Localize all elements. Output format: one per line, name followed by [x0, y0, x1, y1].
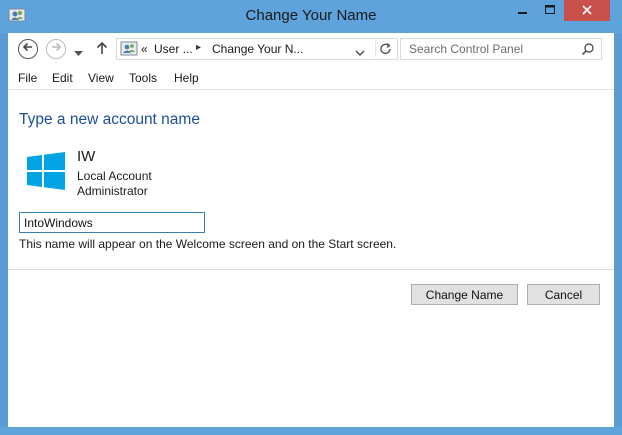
menu-view[interactable]: View [88, 71, 114, 85]
minimize-button[interactable] [509, 0, 536, 21]
window-frame-bottom [0, 427, 622, 435]
navigation-bar: « User ... ▸ Change Your N... Search Con… [8, 33, 614, 65]
page-heading: Type a new account name [19, 111, 200, 128]
breadcrumb-change-your-name[interactable]: Change Your N... [212, 42, 303, 56]
address-bar[interactable]: « User ... ▸ Change Your N... [116, 38, 398, 60]
account-name: IW [77, 148, 96, 165]
refresh-icon[interactable] [375, 41, 396, 57]
maximize-button[interactable] [536, 0, 563, 21]
up-icon[interactable] [96, 41, 108, 60]
back-button[interactable] [18, 39, 38, 59]
back-icon [22, 40, 34, 58]
new-account-name-input[interactable] [19, 212, 205, 233]
search-placeholder[interactable]: Search Control Panel [409, 42, 523, 56]
forward-button[interactable] [46, 39, 66, 59]
cancel-button[interactable]: Cancel [527, 284, 600, 305]
name-hint-text: This name will appear on the Welcome scr… [19, 237, 397, 251]
divider [8, 269, 614, 270]
menu-edit[interactable]: Edit [52, 71, 73, 85]
breadcrumb-overflow[interactable]: « [141, 42, 148, 56]
close-icon [582, 2, 592, 20]
avatar [23, 149, 69, 195]
menu-file[interactable]: File [18, 71, 37, 85]
menu-tools[interactable]: Tools [129, 71, 157, 85]
minimize-icon [517, 2, 528, 20]
close-button[interactable] [564, 0, 610, 21]
dropdown-icon[interactable] [355, 44, 365, 62]
title-bar[interactable]: Change Your Name [0, 0, 622, 33]
recent-dropdown-icon[interactable] [74, 44, 83, 62]
forward-icon [50, 40, 62, 58]
client-area: « User ... ▸ Change Your N... Search Con… [8, 33, 614, 427]
breadcrumb-separator-icon[interactable]: ▸ [196, 42, 201, 53]
change-name-button[interactable]: Change Name [411, 284, 518, 305]
account-role: Administrator [77, 184, 148, 198]
window: Change Your Name « User ... ▸ Change You… [0, 0, 622, 435]
windows-logo-icon [23, 152, 69, 199]
search-box[interactable]: Search Control Panel [400, 38, 602, 60]
account-type: Local Account [77, 169, 152, 183]
user-accounts-icon [120, 41, 138, 57]
menu-bar: File Edit View Tools Help [8, 67, 614, 90]
search-icon[interactable] [581, 42, 595, 61]
breadcrumb-user-accounts[interactable]: User ... [154, 42, 193, 56]
menu-help[interactable]: Help [174, 71, 199, 85]
maximize-icon [544, 2, 555, 20]
